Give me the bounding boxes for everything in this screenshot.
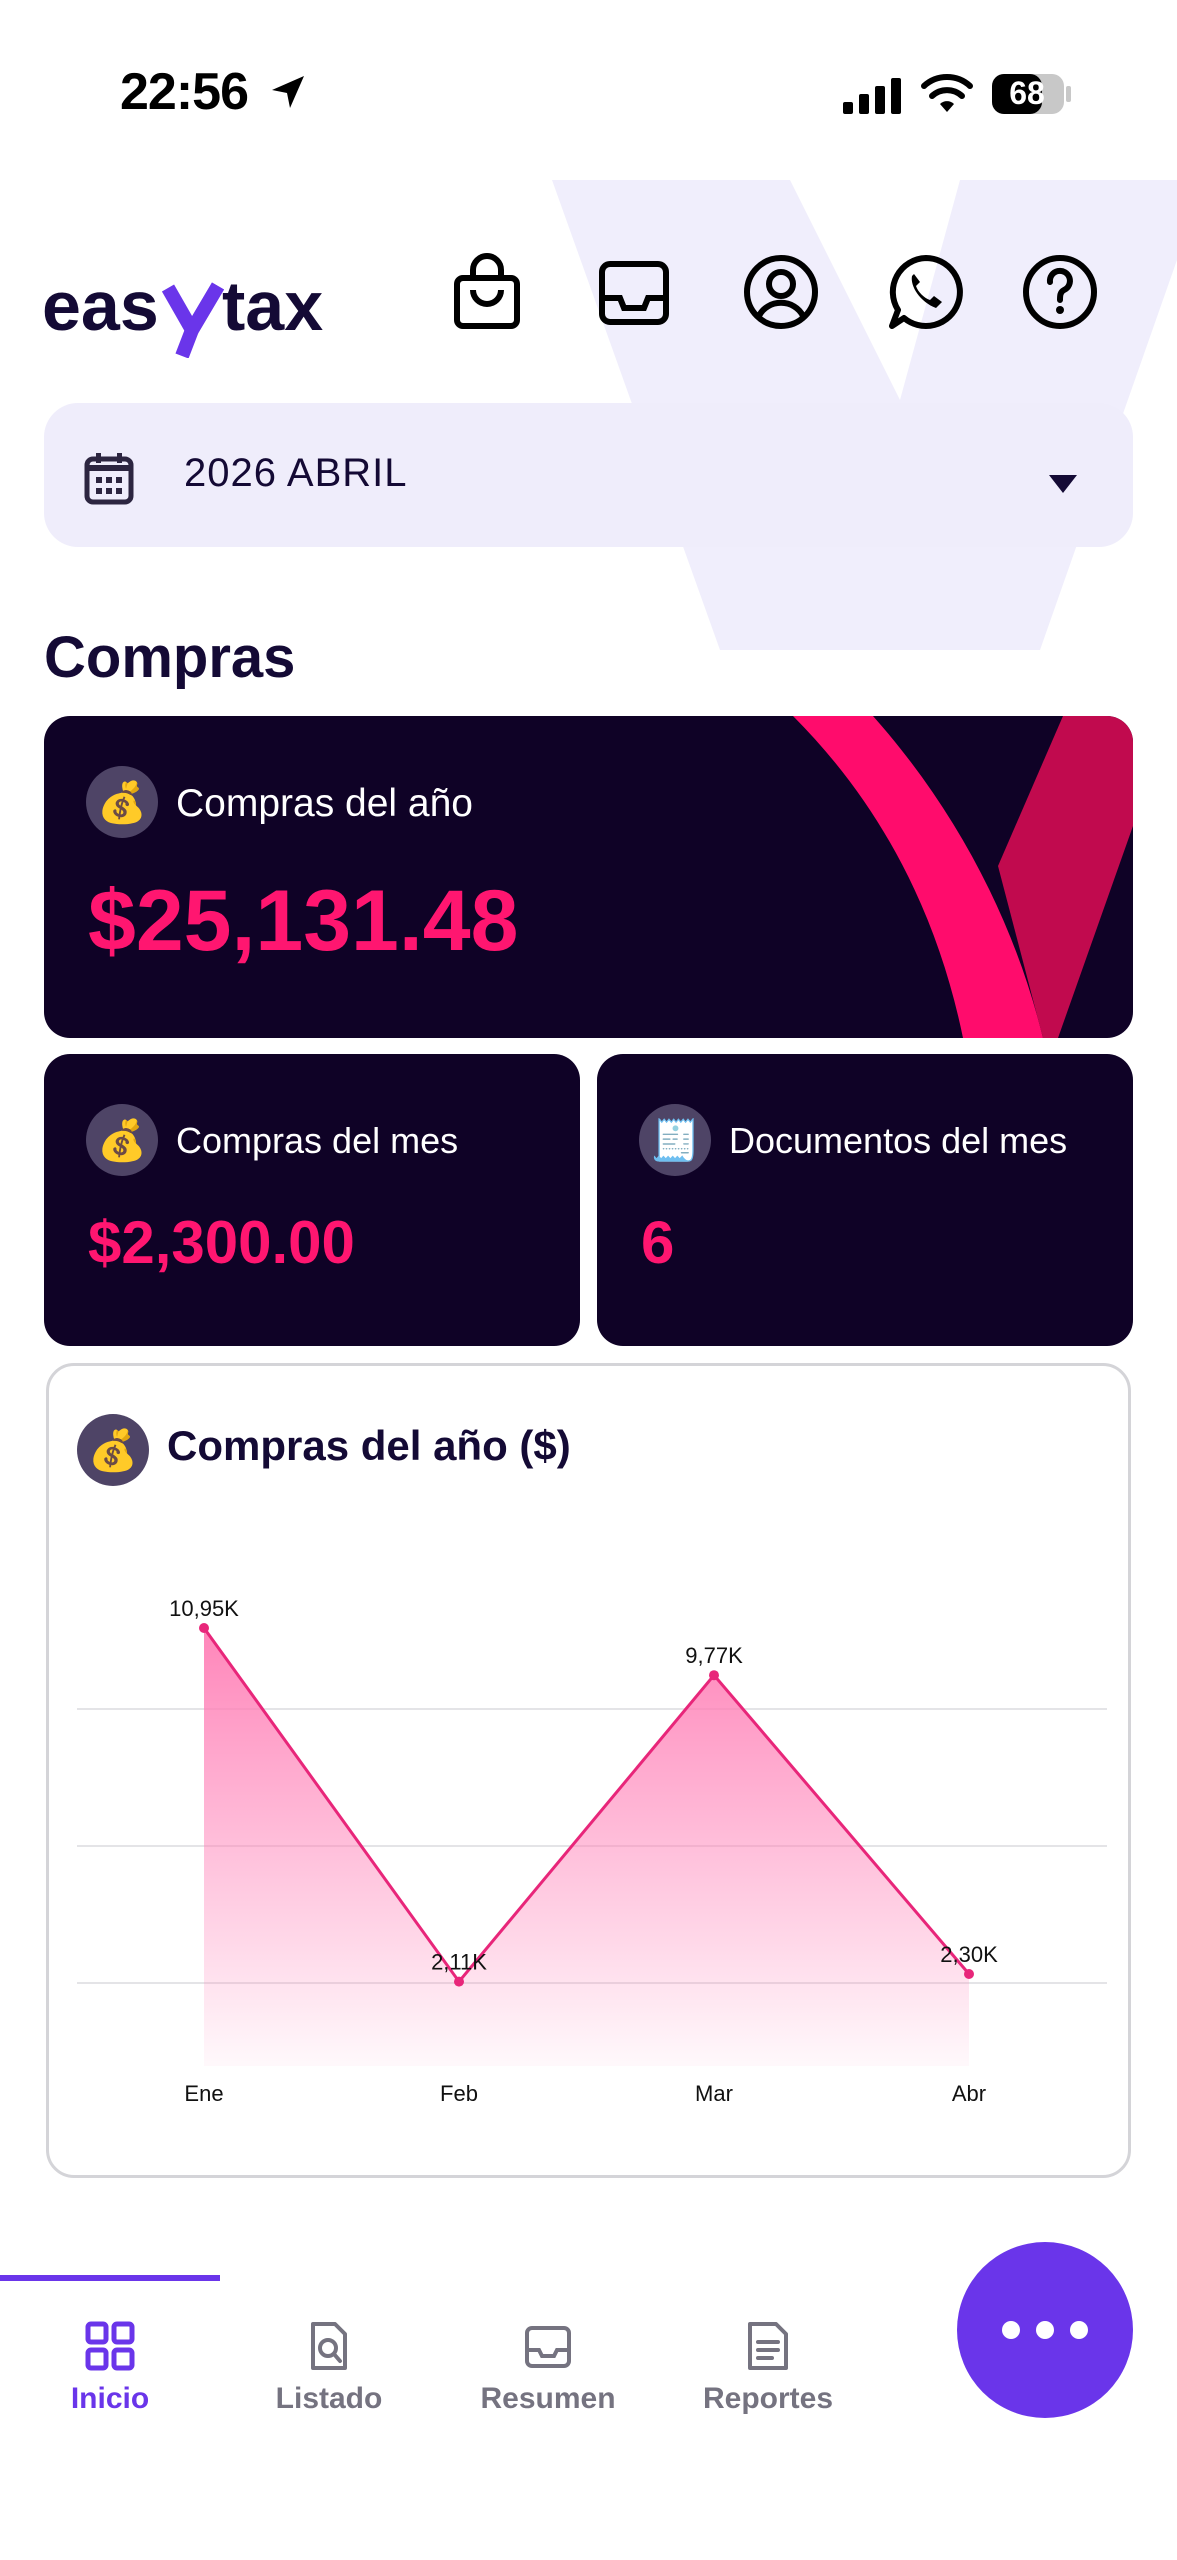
dot-icon: [1002, 2321, 1020, 2339]
location-arrow-icon: [272, 76, 304, 108]
card-label: Compras del año: [176, 782, 473, 825]
report-icon: [748, 2322, 788, 2370]
doc-search-icon: [311, 2322, 347, 2370]
chart-area: 10,95K Ene 2,11K Feb 9,77K Mar 2,30K Abr: [77, 1596, 1107, 2106]
tab-inicio[interactable]: Inicio: [10, 2320, 210, 2430]
chart-category-label: Mar: [695, 2081, 733, 2106]
svg-text:eas: eas: [42, 268, 159, 345]
dot-icon: [1036, 2321, 1054, 2339]
card-documentos-mes: 🧾 Documentos del mes 6: [597, 1054, 1133, 1346]
inbox-icon[interactable]: [594, 252, 674, 332]
wifi-icon: [921, 74, 973, 112]
tab-label: Resumen: [480, 2382, 616, 2415]
help-icon[interactable]: [1020, 252, 1100, 332]
chart-point: [964, 1969, 974, 1979]
card-value: 6: [641, 1209, 675, 1276]
date-selector-value: 2026 ABRIL: [184, 451, 408, 495]
tab-label: Reportes: [702, 2382, 834, 2415]
grid-icon: [85, 2321, 135, 2371]
tab-reportes[interactable]: Reportes: [668, 2320, 868, 2430]
chart-point: [454, 1976, 464, 1987]
card-compras-mes: 💰 Compras del mes $2,300.00: [44, 1054, 580, 1346]
status-bar: 22:56 68: [0, 0, 1177, 190]
section-title: Compras: [44, 625, 296, 690]
battery-percent: 68: [1009, 75, 1045, 111]
tab-listado[interactable]: Listado: [229, 2320, 429, 2430]
chart-category-label: Abr: [952, 2081, 986, 2106]
chart-point: [709, 1670, 719, 1681]
card-compras-anio: 💰 Compras del año $25,131.48: [44, 716, 1133, 1038]
card-value: $25,131.48: [88, 873, 519, 969]
card-label: Documentos del mes: [729, 1120, 1068, 1161]
caret-down-icon: [1049, 475, 1077, 493]
money-bag-icon: 💰: [86, 1104, 158, 1176]
status-time: 22:56: [120, 63, 249, 121]
more-options-button[interactable]: [957, 2242, 1133, 2418]
chart-card: 💰 Compras del año ($) 10,95K Ene 2,11K Feb 9…: [46, 1363, 1131, 2178]
chart-data-label: 2,30K: [940, 1942, 998, 1967]
card-label: Compras del mes: [176, 1120, 459, 1161]
chart-data-label: 9,77K: [685, 1643, 743, 1668]
chart-data-label: 10,95K: [169, 1596, 239, 1621]
svg-text:tax: tax: [222, 268, 323, 345]
inbox-icon: [525, 2326, 571, 2368]
user-profile-icon[interactable]: [741, 252, 821, 332]
dot-icon: [1070, 2321, 1088, 2339]
chart-point: [199, 1623, 209, 1633]
whatsapp-icon[interactable]: [886, 252, 966, 332]
chart-category-label: Feb: [440, 2081, 478, 2106]
calendar-icon: [84, 453, 134, 505]
tab-label: Inicio: [70, 2382, 150, 2415]
chart-category-label: Ene: [184, 2081, 223, 2106]
receipt-icon: 🧾: [639, 1104, 711, 1176]
chart-area-fill: [204, 1628, 969, 2066]
cellular-signal-icon: [843, 78, 901, 114]
card-value: $2,300.00: [88, 1209, 355, 1276]
money-bag-icon: 💰: [86, 766, 158, 838]
tab-resumen[interactable]: Resumen: [448, 2320, 648, 2430]
date-selector[interactable]: 2026 ABRIL: [44, 403, 1133, 547]
tab-label: Listado: [275, 2382, 383, 2415]
shopping-bag-icon[interactable]: [447, 252, 527, 332]
active-tab-indicator: [0, 2275, 220, 2281]
chart-data-label: 2,11K: [431, 1950, 487, 1975]
easytax-logo: eas tax: [42, 268, 323, 358]
card-v-decoration: [793, 716, 1133, 1038]
